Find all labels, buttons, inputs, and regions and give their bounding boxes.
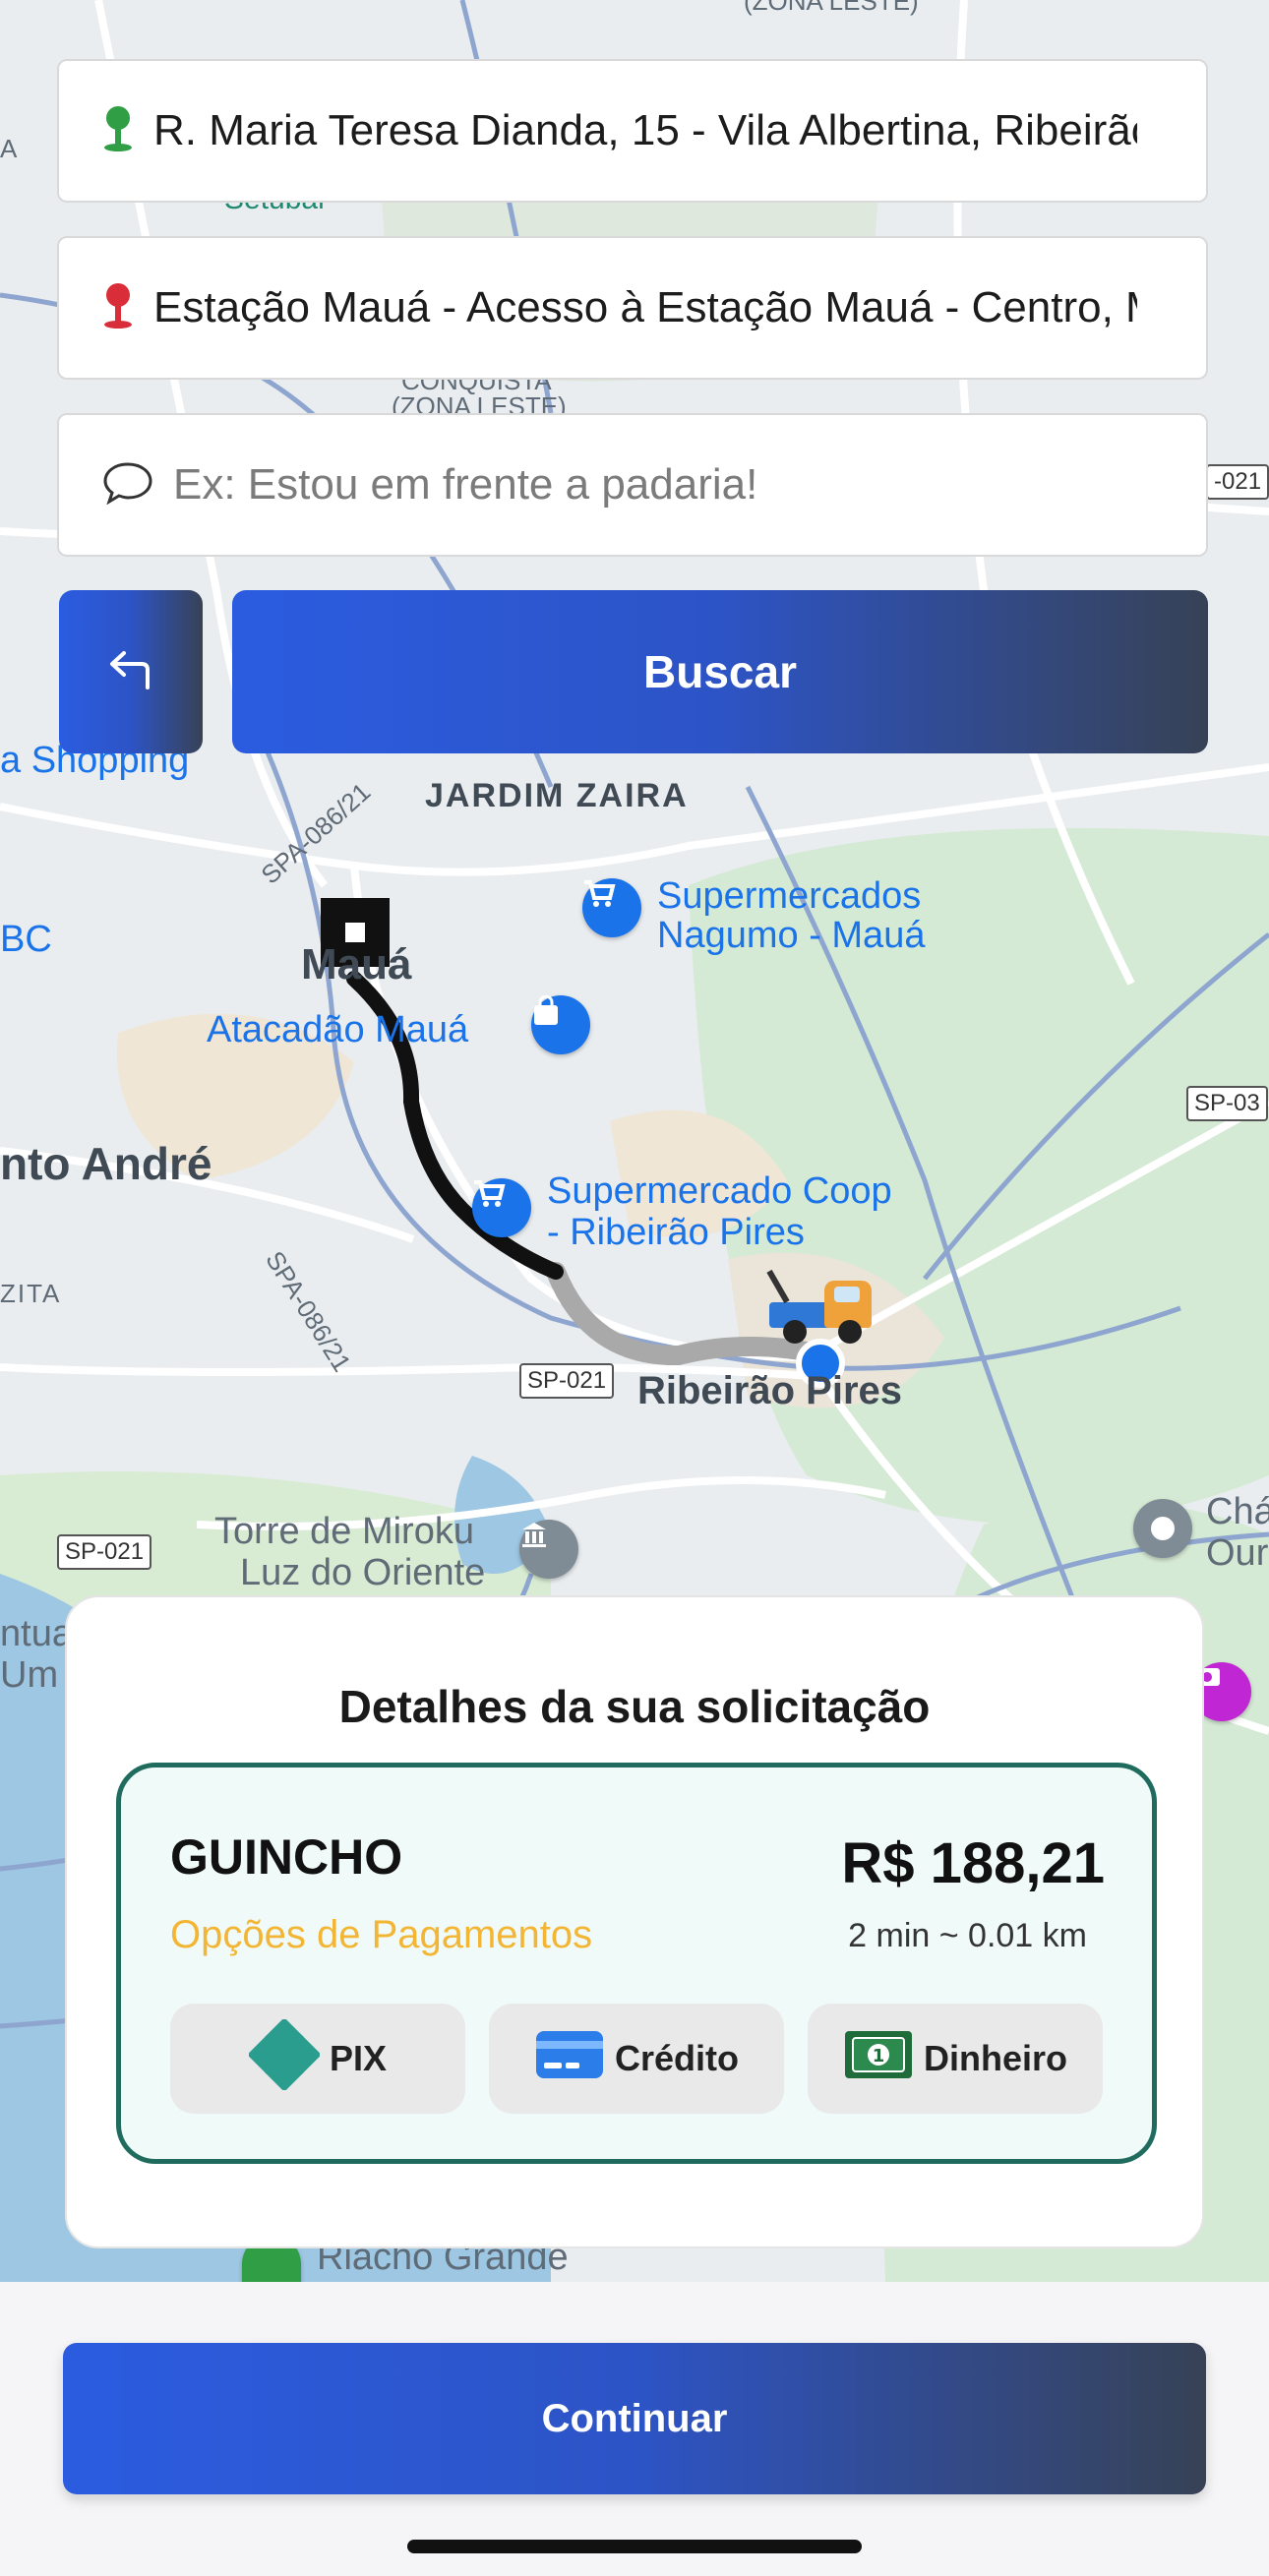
- destination-address: Estação Mauá - Acesso à Estação Mauá - C…: [153, 283, 1137, 331]
- origin-pin-icon: [102, 104, 134, 158]
- return-arrow-icon: [106, 648, 155, 696]
- cash-icon: 1: [843, 2029, 914, 2089]
- map-label: Mauá: [301, 940, 412, 988]
- origin-field[interactable]: R. Maria Teresa Dianda, 15 - Vila Albert…: [57, 59, 1208, 203]
- map-label: nto André: [0, 1138, 212, 1189]
- chat-bubble-icon: [102, 461, 153, 509]
- map-label: Torre de Miroku: [214, 1511, 474, 1552]
- place-icon[interactable]: [1133, 1499, 1192, 1558]
- search-button[interactable]: Buscar: [232, 590, 1208, 753]
- origin-address: R. Maria Teresa Dianda, 15 - Vila Albert…: [153, 106, 1137, 154]
- service-price: R$ 188,21: [841, 1831, 1105, 1895]
- museum-icon[interactable]: [519, 1520, 578, 1579]
- map-label: Chá: [1206, 1491, 1269, 1532]
- shopping-cart-icon[interactable]: [582, 878, 641, 937]
- map-label: Luz do Oriente: [240, 1552, 486, 1593]
- road-shield: -021: [1206, 464, 1269, 500]
- payment-pix-label: PIX: [329, 2038, 388, 2078]
- map-label: Our: [1206, 1532, 1269, 1574]
- service-name: GUINCHO: [170, 1829, 403, 1885]
- pix-icon: [247, 2016, 322, 2099]
- payment-pix-button[interactable]: PIX: [170, 2004, 465, 2114]
- continue-button[interactable]: Continuar: [63, 2343, 1206, 2494]
- details-title: Detalhes da sua solicitação: [338, 1681, 931, 1732]
- back-button[interactable]: [59, 590, 203, 753]
- map-label: - Ribeirão Pires: [547, 1212, 805, 1253]
- payment-credit-label: Crédito: [615, 2038, 739, 2078]
- map-label: (ZONA LESTE): [744, 0, 919, 16]
- map-label: A: [0, 134, 18, 163]
- payment-options-label: Opções de Pagamentos: [170, 1913, 593, 1956]
- map-label: ZITA: [0, 1279, 62, 1308]
- map-label: Ribeirão Pires: [637, 1369, 903, 1412]
- road-shield: SP-021: [57, 1534, 152, 1570]
- note-placeholder: Ex: Estou em frente a padaria!: [173, 460, 758, 509]
- map-label: Nagumo - Mauá: [657, 915, 926, 956]
- destination-pin-icon: [102, 281, 134, 335]
- map-label: Supermercados: [657, 875, 922, 917]
- payment-cash-label: Dinheiro: [923, 2038, 1067, 2078]
- map-label: ntua: [0, 1613, 73, 1654]
- note-field[interactable]: Ex: Estou em frente a padaria!: [57, 413, 1208, 557]
- road-shield: SP-021: [519, 1363, 615, 1399]
- map-label: Atacadão Mauá: [207, 1009, 469, 1050]
- home-indicator[interactable]: [407, 2540, 862, 2553]
- destination-field[interactable]: Estação Mauá - Acesso à Estação Mauá - C…: [57, 236, 1208, 380]
- shopping-cart-icon[interactable]: [472, 1178, 531, 1237]
- map-label: BC: [0, 919, 52, 960]
- shopping-bag-icon[interactable]: [531, 995, 590, 1054]
- svg-text:1: 1: [873, 2046, 885, 2067]
- payment-cash-button[interactable]: 1 Dinheiro: [808, 2004, 1103, 2114]
- service-option-card[interactable]: GUINCHO Opções de Pagamentos R$ 188,21 2…: [116, 1763, 1157, 2164]
- credit-card-icon: [534, 2029, 605, 2089]
- road-shield: SP-03: [1186, 1086, 1268, 1121]
- request-details-card: Detalhes da sua solicitação GUINCHO Opçõ…: [65, 1595, 1204, 2248]
- payment-credit-button[interactable]: Crédito: [489, 2004, 784, 2114]
- map-label: JARDIM ZAIRA: [425, 777, 689, 814]
- map-label: Um: [0, 1654, 59, 1696]
- tow-truck-icon: [765, 1269, 883, 1348]
- service-eta: 2 min ~ 0.01 km: [848, 1917, 1087, 1954]
- map-label: Supermercado Coop: [547, 1170, 892, 1212]
